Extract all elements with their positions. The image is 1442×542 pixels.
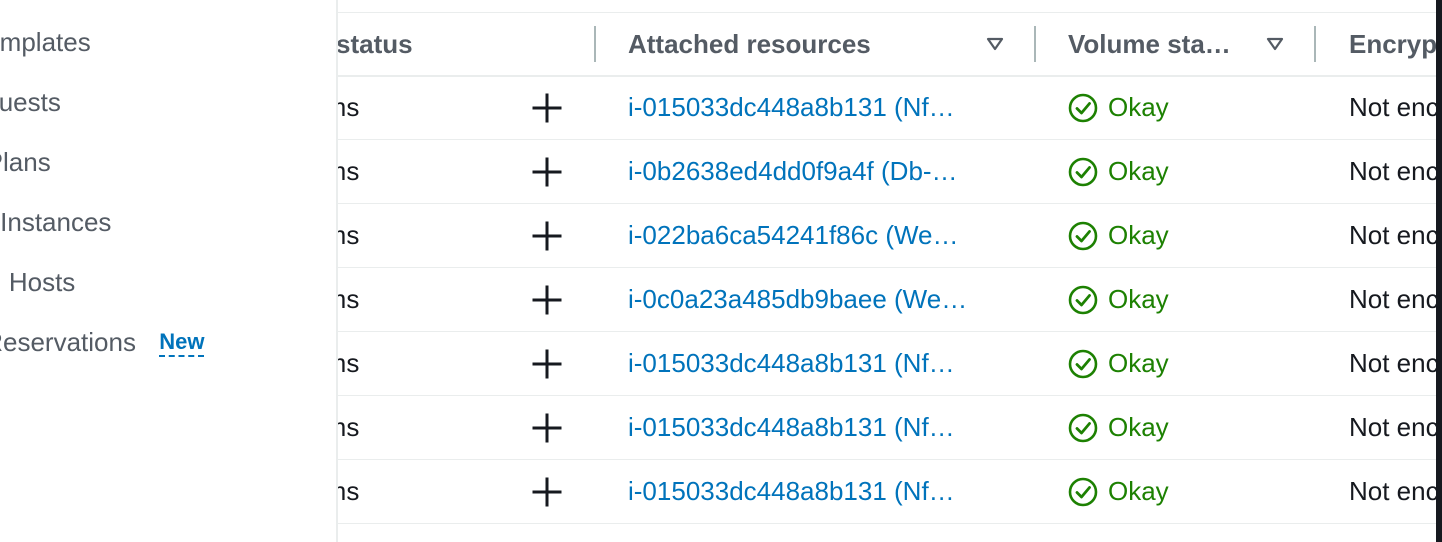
status-text: Okay [1108, 284, 1169, 314]
check-circle-icon [1068, 157, 1098, 187]
encryption-text: Not enc [1349, 220, 1439, 250]
sidebar-item-spot-requests[interactable]: Requests [0, 87, 61, 118]
column-header-alarm-status[interactable]: status [338, 13, 413, 75]
status-text: Okay [1108, 476, 1169, 506]
table-row[interactable]: rms i-022ba6ca54241f86c (We… Okay Not enc [338, 204, 1442, 268]
sidebar-item-savings-plans[interactable]: gs Plans [0, 147, 51, 178]
alarm-status-text: rms [338, 412, 360, 442]
sidebar-item-capacity-reservations[interactable]: ity Reservations New [0, 327, 205, 358]
check-circle-icon [1068, 285, 1098, 315]
alarm-status-text: rms [338, 156, 360, 186]
sidebar-nav: n Templates Requests gs Plans ved Instan… [0, 0, 338, 542]
alarm-status-text: rms [338, 348, 360, 378]
column-resize-handle[interactable] [1034, 26, 1036, 62]
add-alarm-plus-icon[interactable] [532, 157, 562, 187]
status-text: Okay [1108, 412, 1169, 442]
add-alarm-plus-icon[interactable] [532, 285, 562, 315]
table-row[interactable]: rms i-0b2638ed4dd0f9a4f (Db-… Okay Not enc [338, 140, 1442, 204]
attached-resource-link[interactable]: i-015033dc448a8b131 (Nf… [628, 76, 1008, 139]
sidebar-item-label: ity Reservations [0, 327, 136, 357]
table-row[interactable]: rms i-015033dc448a8b131 (Nf… Okay Not enc [338, 332, 1442, 396]
encryption-text: Not enc [1349, 412, 1439, 442]
column-header-volume-state[interactable]: Volume sta… [1068, 13, 1231, 75]
attached-resource-link[interactable]: i-015033dc448a8b131 (Nf… [628, 332, 1008, 395]
attached-resource-link[interactable]: i-022ba6ca54241f86c (We… [628, 204, 1008, 267]
sidebar-item-label: gs Plans [0, 147, 51, 177]
encryption-text: Not enc [1349, 156, 1439, 186]
status-text: Okay [1108, 220, 1169, 250]
column-header-attached-resources[interactable]: Attached resources [628, 13, 871, 75]
table-row[interactable]: rms i-015033dc448a8b131 (Nf… Okay Not enc [338, 76, 1442, 140]
sidebar-item-launch-templates[interactable]: n Templates [0, 27, 91, 58]
sidebar-item-dedicated-hosts[interactable]: ated Hosts [0, 267, 75, 298]
attached-resource-link[interactable]: i-015033dc448a8b131 (Nf… [628, 460, 1008, 523]
window-edge [1436, 0, 1442, 542]
sidebar-item-reserved-instances[interactable]: ved Instances [0, 207, 111, 238]
check-circle-icon [1068, 221, 1098, 251]
column-header-encryption[interactable]: Encryp [1349, 13, 1437, 75]
alarm-status-text: rms [338, 284, 360, 314]
status-text: Okay [1108, 156, 1169, 186]
add-alarm-plus-icon[interactable] [532, 221, 562, 251]
encryption-text: Not enc [1349, 284, 1439, 314]
add-alarm-plus-icon[interactable] [532, 477, 562, 507]
sidebar-item-label: Requests [0, 87, 61, 117]
encryption-text: Not enc [1349, 92, 1439, 122]
encryption-text: Not enc [1349, 348, 1439, 378]
add-alarm-plus-icon[interactable] [532, 413, 562, 443]
sidebar-item-label: n Templates [0, 27, 91, 57]
check-circle-icon [1068, 349, 1098, 379]
table-row[interactable]: rms i-0c0a23a485db9baee (We… Okay Not enc [338, 268, 1442, 332]
attached-resource-link[interactable]: i-0b2638ed4dd0f9a4f (Db-… [628, 140, 1008, 203]
status-text: Okay [1108, 348, 1169, 378]
add-alarm-plus-icon[interactable] [532, 349, 562, 379]
volumes-table: status Attached resources Volume sta… En… [338, 0, 1442, 542]
check-circle-icon [1068, 477, 1098, 507]
alarm-status-text: rms [338, 476, 360, 506]
sidebar-item-label: ated Hosts [0, 267, 76, 297]
table-row[interactable]: rms i-015033dc448a8b131 (Nf… Okay Not enc [338, 460, 1442, 524]
encryption-text: Not enc [1349, 476, 1439, 506]
column-resize-handle[interactable] [1314, 26, 1316, 62]
table-header: status Attached resources Volume sta… En… [338, 13, 1442, 77]
sort-triangle-icon[interactable] [986, 37, 1004, 51]
alarm-status-text: rms [338, 92, 360, 122]
attached-resource-link[interactable]: i-015033dc448a8b131 (Nf… [628, 396, 1008, 459]
sidebar-item-label: ved Instances [0, 207, 112, 237]
check-circle-icon [1068, 93, 1098, 123]
status-text: Okay [1108, 92, 1169, 122]
column-resize-handle[interactable] [594, 26, 596, 62]
new-badge: New [159, 329, 205, 357]
add-alarm-plus-icon[interactable] [532, 93, 562, 123]
attached-resource-link[interactable]: i-0c0a23a485db9baee (We… [628, 268, 1008, 331]
sort-triangle-icon[interactable] [1266, 37, 1284, 51]
alarm-status-text: rms [338, 220, 360, 250]
table-row[interactable]: rms i-015033dc448a8b131 (Nf… Okay Not enc [338, 396, 1442, 460]
check-circle-icon [1068, 413, 1098, 443]
